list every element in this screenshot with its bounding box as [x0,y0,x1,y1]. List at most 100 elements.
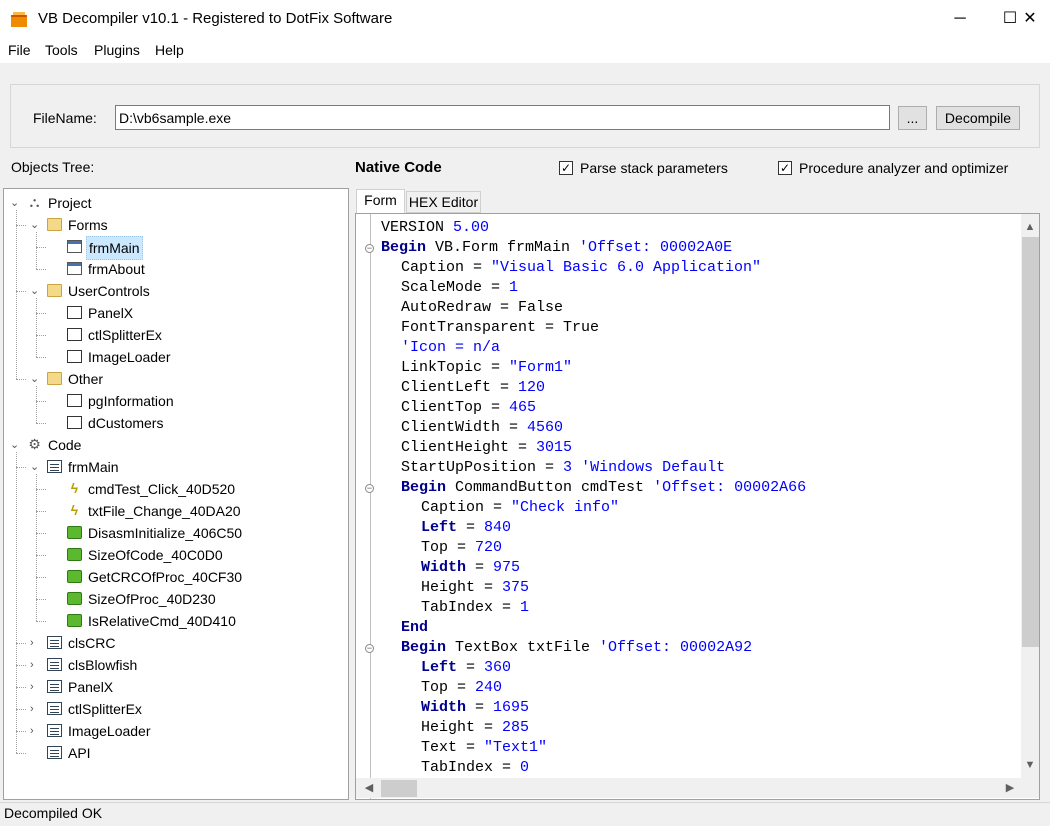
tree-node-label: ctlSplitterEx [88,327,162,343]
code-line: Caption = "Visual Basic 6.0 Application" [401,258,761,278]
collapse-chevron-icon[interactable]: › [30,632,40,654]
code-token: Height = [421,719,503,736]
expand-chevron-icon[interactable]: ⌄ [10,434,20,456]
expand-chevron-icon[interactable]: ⌄ [10,192,20,214]
tree-node-label: API [68,745,91,761]
tree-connector [36,313,46,314]
collapse-chevron-icon[interactable]: › [30,720,40,742]
scroll-left-arrow-icon[interactable]: ◀ [360,779,378,797]
code-line: StartUpPosition = 3 'Windows Default [401,458,725,478]
tab-form[interactable]: Form [356,189,405,213]
code-line: ClientWidth = 4560 [401,418,563,438]
expand-chevron-icon[interactable]: ⌄ [30,368,40,390]
collapse-chevron-icon[interactable]: › [30,676,40,698]
objects-tree[interactable]: ⌄ ⛬ Project ⌄ Forms frmMain frmAbout ⌄ UserContr… [3,188,349,800]
code-line: 'Icon = n/a [401,338,500,358]
code-line: ClientTop = 465 [401,398,536,418]
tree-node-label: clsCRC [68,635,116,651]
fold-toggle-icon[interactable]: − [365,484,374,493]
code-token: 'Offset: 00002A92 [599,639,753,656]
code-token: Caption = [401,259,492,276]
tree-connector [36,335,46,336]
code-editor[interactable]: VERSION 5.00 Begin VB.Form frmMain 'Offse… [355,213,1040,800]
expand-chevron-icon[interactable]: ⌄ [30,214,40,236]
tree-node-label: UserControls [68,283,150,299]
code-token: 975 [493,559,521,576]
scroll-up-arrow-icon[interactable]: ▲ [1021,218,1039,236]
tree-connector [16,379,26,380]
tree-node-label: IsRelativeCmd_40D410 [88,613,236,629]
code-icon: ⚙ [28,436,41,452]
parse-stack-parameters-label: Parse stack parameters [580,160,728,176]
code-token: TabIndex = [421,599,521,616]
collapse-chevron-icon[interactable]: › [30,698,40,720]
tree-node-label: txtFile_Change_40DA20 [88,503,241,519]
tree-connector [36,247,46,248]
code-token: 285 [502,719,530,736]
code-token: 1 [520,599,530,616]
event-icon: ϟ [70,502,79,518]
parse-stack-parameters-checkbox[interactable]: ✓ [559,161,573,175]
code-token: 'Windows Default [581,459,726,476]
horizontal-scrollbar[interactable] [356,778,1021,798]
vertical-scroll-thumb[interactable] [1022,237,1039,647]
code-line: ClientHeight = 3015 [401,438,572,458]
fold-toggle-icon[interactable]: − [365,244,374,253]
tree-connector [36,232,37,269]
horizontal-scroll-thumb[interactable] [381,780,417,797]
procedure-analyzer-checkbox[interactable]: ✓ [778,161,792,175]
browse-button[interactable]: ... [898,106,927,130]
code-token: 375 [502,579,530,596]
collapse-chevron-icon[interactable]: › [30,654,40,676]
code-token: 360 [484,659,512,676]
procedure-icon [67,614,82,627]
decompile-button[interactable]: Decompile [936,106,1020,130]
code-token: ClientWidth = [401,419,528,436]
code-token: 0 [520,759,530,776]
minimize-button[interactable]: ─ [935,0,985,38]
tree-node-label: Project [48,195,92,211]
native-code-label: Native Code [355,159,442,176]
expand-chevron-icon[interactable]: ⌄ [30,456,40,478]
code-token: Text = [421,739,485,756]
procedure-analyzer-label: Procedure analyzer and optimizer [799,160,1009,176]
code-token: 465 [509,399,537,416]
code-line: LinkTopic = "Form1" [401,358,572,378]
code-token: 3015 [536,439,573,456]
filename-label: FileName: [33,110,97,126]
usercontrol-icon [67,306,82,319]
tree-connector [16,210,17,379]
folder-icon [47,372,62,385]
code-token: Height = [421,579,503,596]
code-token: 1 [509,279,519,296]
tree-connector [16,452,17,753]
tab-hex-editor[interactable]: HEX Editor [406,191,481,213]
tree-node-label: cmdTest_Click_40D520 [88,481,236,497]
form-icon [67,262,82,275]
event-icon: ϟ [70,480,79,496]
code-token: 720 [475,539,503,556]
scroll-down-arrow-icon[interactable]: ▼ [1021,756,1039,774]
code-token: ScaleMode = [401,279,510,296]
api-icon [47,746,62,759]
propertypage-icon [67,394,82,407]
filename-input[interactable] [115,105,890,130]
scroll-corner [1021,778,1039,798]
tree-connector [36,386,37,423]
code-token: 4560 [527,419,564,436]
menu-help[interactable]: Help [155,42,184,58]
menu-plugins[interactable]: Plugins [94,42,140,58]
tree-connector [36,599,46,600]
expand-chevron-icon[interactable]: ⌄ [30,280,40,302]
close-button[interactable]: ✕ [1010,0,1050,38]
tree-node-label: DisasmInitialize_406C50 [88,525,243,541]
tree-connector [36,489,46,490]
fold-toggle-icon[interactable]: − [365,644,374,653]
code-line: TabIndex = 0 [421,758,529,778]
menu-tools[interactable]: Tools [45,42,78,58]
folder-icon [47,284,62,297]
tree-node-label: frmAbout [88,261,145,277]
scroll-right-arrow-icon[interactable]: ▶ [1001,779,1019,797]
menu-file[interactable]: File [8,42,31,58]
code-token: = [466,699,494,716]
